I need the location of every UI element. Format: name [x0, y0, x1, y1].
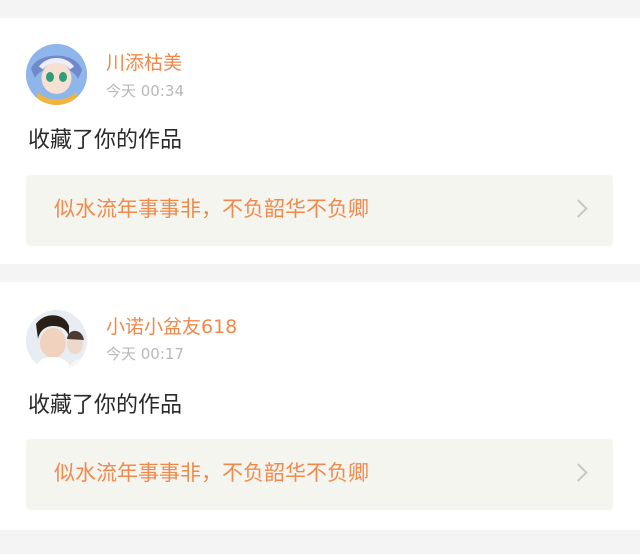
timestamp: 今天 00:34 — [106, 82, 184, 100]
username[interactable]: 川添枯美 — [106, 54, 182, 73]
person-photo-avatar-icon — [26, 310, 87, 371]
chevron-right-icon — [569, 199, 588, 218]
activity-text: 收藏了你的作品 — [28, 393, 183, 418]
work-link[interactable]: 似水流年事事非，不负韶华不负卿 — [26, 439, 613, 510]
user-avatar[interactable] — [26, 44, 87, 105]
notification-card: 川添枯美 今天 00:34 收藏了你的作品 似水流年事事非，不负韶华不负卿 — [0, 18, 640, 264]
work-title: 似水流年事事非，不负韶华不负卿 — [54, 461, 369, 485]
activity-text: 收藏了你的作品 — [28, 128, 183, 153]
work-link[interactable]: 似水流年事事非，不负韶华不负卿 — [26, 175, 613, 246]
timestamp: 今天 00:17 — [106, 345, 184, 363]
work-title: 似水流年事事非，不负韶华不负卿 — [54, 197, 369, 221]
notification-card: 小诺小盆友618 今天 00:17 收藏了你的作品 似水流年事事非，不负韶华不负… — [0, 282, 640, 530]
anime-avatar-icon — [26, 44, 87, 105]
user-avatar[interactable] — [26, 310, 87, 371]
notification-feed: 川添枯美 今天 00:34 收藏了你的作品 似水流年事事非，不负韶华不负卿 小诺… — [0, 0, 640, 554]
chevron-right-icon — [569, 463, 588, 482]
username[interactable]: 小诺小盆友618 — [106, 318, 237, 337]
